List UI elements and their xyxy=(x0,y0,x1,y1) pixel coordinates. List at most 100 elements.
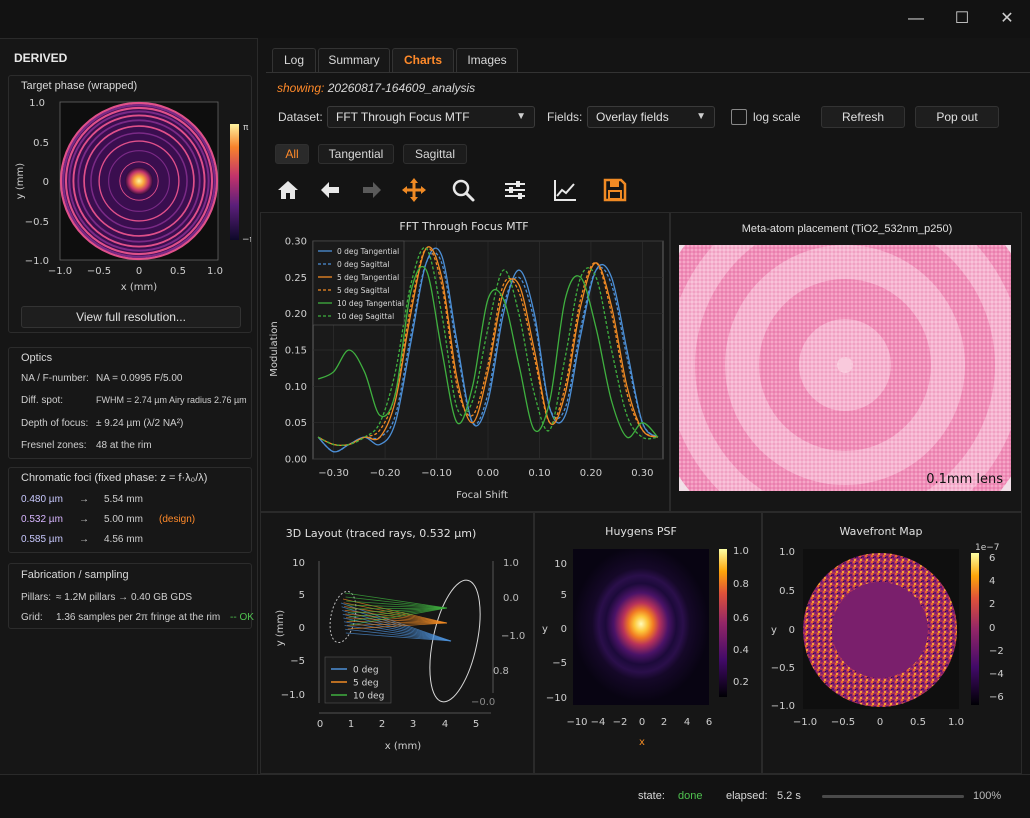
y-tick: 1.0 xyxy=(779,547,795,558)
line-chart-icon[interactable] xyxy=(551,176,579,204)
phase-ytick: 0 xyxy=(43,177,49,188)
colorbar-exponent: 1e−7 xyxy=(975,543,1000,553)
y-axis-label: y (mm) xyxy=(275,610,286,646)
state-value: done xyxy=(678,790,703,802)
wavefront-panel: Wavefront Map 1e−7 6 4 2 0 −2 −4 −6 1.0 … xyxy=(762,512,1022,774)
x-axis-label: x (mm) xyxy=(385,741,421,752)
x-tick: 0.10 xyxy=(528,468,550,479)
y-tick: 0.05 xyxy=(285,418,307,429)
arrow: → xyxy=(79,494,89,505)
chart-title: 3D Layout (traced rays, 0.532 µm) xyxy=(286,527,477,540)
colorbar-tick: −6 xyxy=(989,692,1004,703)
y-axis-label: y xyxy=(771,625,777,636)
close-button[interactable]: ✕ xyxy=(995,8,1019,30)
legend-label: 5 deg xyxy=(353,679,379,689)
maximize-button[interactable]: ☐ xyxy=(950,8,974,30)
y-tick: −5 xyxy=(552,658,567,669)
x-tick: 2 xyxy=(661,717,667,728)
wavelength-value: 0.585 µm xyxy=(21,534,63,545)
y-tick: 0 xyxy=(561,624,567,635)
phase-xlabel: x (mm) xyxy=(121,282,157,293)
focal-length-value: 5.00 mm xyxy=(104,514,143,525)
x-tick: −10 xyxy=(566,717,587,728)
wavefront-inner-disc xyxy=(832,582,928,678)
dataset-value: FFT Through Focus MTF xyxy=(336,110,470,124)
layout-3d-chart: 3D Layout (traced rays, 0.532 µm) 10 5 0… xyxy=(275,527,525,752)
colorbar-min-label: −π xyxy=(242,235,251,245)
phase-ytick: −1.0 xyxy=(25,256,49,267)
back-arrow-icon[interactable] xyxy=(316,176,344,204)
fabrication-group: Fabrication / sampling Pillars: ≈ 1.2M p… xyxy=(8,563,254,629)
meta-atom-image: 0.1mm lens xyxy=(679,245,1011,491)
meta-atom-title: Meta-atom placement (TiO2_532nm_p250) xyxy=(741,223,953,235)
home-icon[interactable] xyxy=(274,176,302,204)
target-phase-plot: 1.0 0.5 0 −0.5 −1.0 −1.0 −0.5 0 0.5 1.0 … xyxy=(15,98,251,293)
pillars-value: ≈ 1.2M pillars → 0.40 GB GDS xyxy=(56,592,193,603)
tab-images[interactable]: Images xyxy=(456,48,518,72)
colorbar-tick: 0.6 xyxy=(733,613,749,624)
y-tick: 0.5 xyxy=(779,586,795,597)
design-note: (design) xyxy=(159,514,196,525)
showing-label: showing: xyxy=(277,81,325,95)
optics-value: ± 9.24 µm (λ/2 NA²) xyxy=(96,418,184,429)
panel-heading: DERIVED xyxy=(14,51,68,65)
pan-icon[interactable] xyxy=(400,176,428,204)
optics-label: Diff. spot: xyxy=(21,395,64,406)
y-tick: 0.25 xyxy=(285,273,307,284)
legend-label: 10 deg Sagittal xyxy=(337,312,394,321)
z-tick: 0.0 xyxy=(503,593,519,604)
save-icon[interactable] xyxy=(601,176,629,204)
legend-label: 5 deg Sagittal xyxy=(337,286,389,295)
optics-value: FWHM = 2.74 µm Airy radius 2.76 µm xyxy=(96,395,247,405)
chevron-down-icon: ▼ xyxy=(516,111,526,122)
wavelength-value: 0.480 µm xyxy=(21,494,63,505)
lens-ellipse xyxy=(429,579,481,703)
grid-ok-status: -- OK xyxy=(230,612,254,623)
legend-label: 10 deg Tangential xyxy=(337,299,404,308)
y-tick: 10 xyxy=(292,558,305,569)
status-bar: state: done elapsed: 5.2 s 100% xyxy=(0,774,1030,818)
dataset-label: Dataset: xyxy=(278,110,323,124)
y-tick: 0.20 xyxy=(285,309,307,320)
colorbar-tick: −2 xyxy=(989,646,1004,657)
phase-colorbar xyxy=(230,124,239,240)
x-axis-label: x xyxy=(639,737,645,748)
fields-label: Fields: xyxy=(547,110,583,124)
tab-log[interactable]: Log xyxy=(272,48,316,72)
tab-summary[interactable]: Summary xyxy=(318,48,390,72)
fields-select[interactable]: Overlay fields ▼ xyxy=(587,106,715,128)
log-scale-checkbox[interactable] xyxy=(731,109,747,125)
target-phase-group: Target phase (wrapped) 1.0 0.5 0 −0.5 −1… xyxy=(8,75,252,333)
pop-out-button[interactable]: Pop out xyxy=(915,106,999,128)
y-tick: −10 xyxy=(546,693,567,704)
focal-length-value: 5.54 mm xyxy=(104,494,143,505)
focal-length-value: 4.56 mm xyxy=(104,534,143,545)
x-tick: 0.30 xyxy=(631,468,653,479)
colorbar-max-label: π xyxy=(243,123,249,133)
phase-xtick: 0.5 xyxy=(170,266,186,277)
chevron-down-icon: ▼ xyxy=(696,111,706,122)
chromatic-title: Chromatic foci (fixed phase: z = f·λ₀/λ) xyxy=(21,472,208,484)
zoom-icon[interactable] xyxy=(449,176,477,204)
tab-charts[interactable]: Charts xyxy=(392,48,454,72)
filter-all[interactable]: All xyxy=(275,144,309,164)
view-full-resolution-button[interactable]: View full resolution... xyxy=(21,306,241,328)
x-axis-label: Focal Shift xyxy=(456,490,508,501)
filter-tangential[interactable]: Tangential xyxy=(318,144,394,164)
phase-rings xyxy=(59,101,219,261)
colorbar-tick: −4 xyxy=(989,669,1004,680)
pillars-label: Pillars: xyxy=(21,592,52,603)
y-tick: 5 xyxy=(561,590,567,601)
minimize-button[interactable]: — xyxy=(904,8,928,30)
arrow: → xyxy=(79,514,89,525)
x-tick: −0.10 xyxy=(421,468,452,479)
colorbar-tick: 2 xyxy=(989,599,995,610)
legend-label: 0 deg Sagittal xyxy=(337,260,389,269)
dataset-select[interactable]: FFT Through Focus MTF ▼ xyxy=(327,106,535,128)
refresh-button[interactable]: Refresh xyxy=(821,106,905,128)
forward-arrow-icon[interactable] xyxy=(358,176,386,204)
x-tick: −2 xyxy=(613,717,628,728)
showing-value: 20260817-164609_analysis xyxy=(327,81,476,95)
configure-icon[interactable] xyxy=(501,176,529,204)
filter-sagittal[interactable]: Sagittal xyxy=(403,144,467,164)
